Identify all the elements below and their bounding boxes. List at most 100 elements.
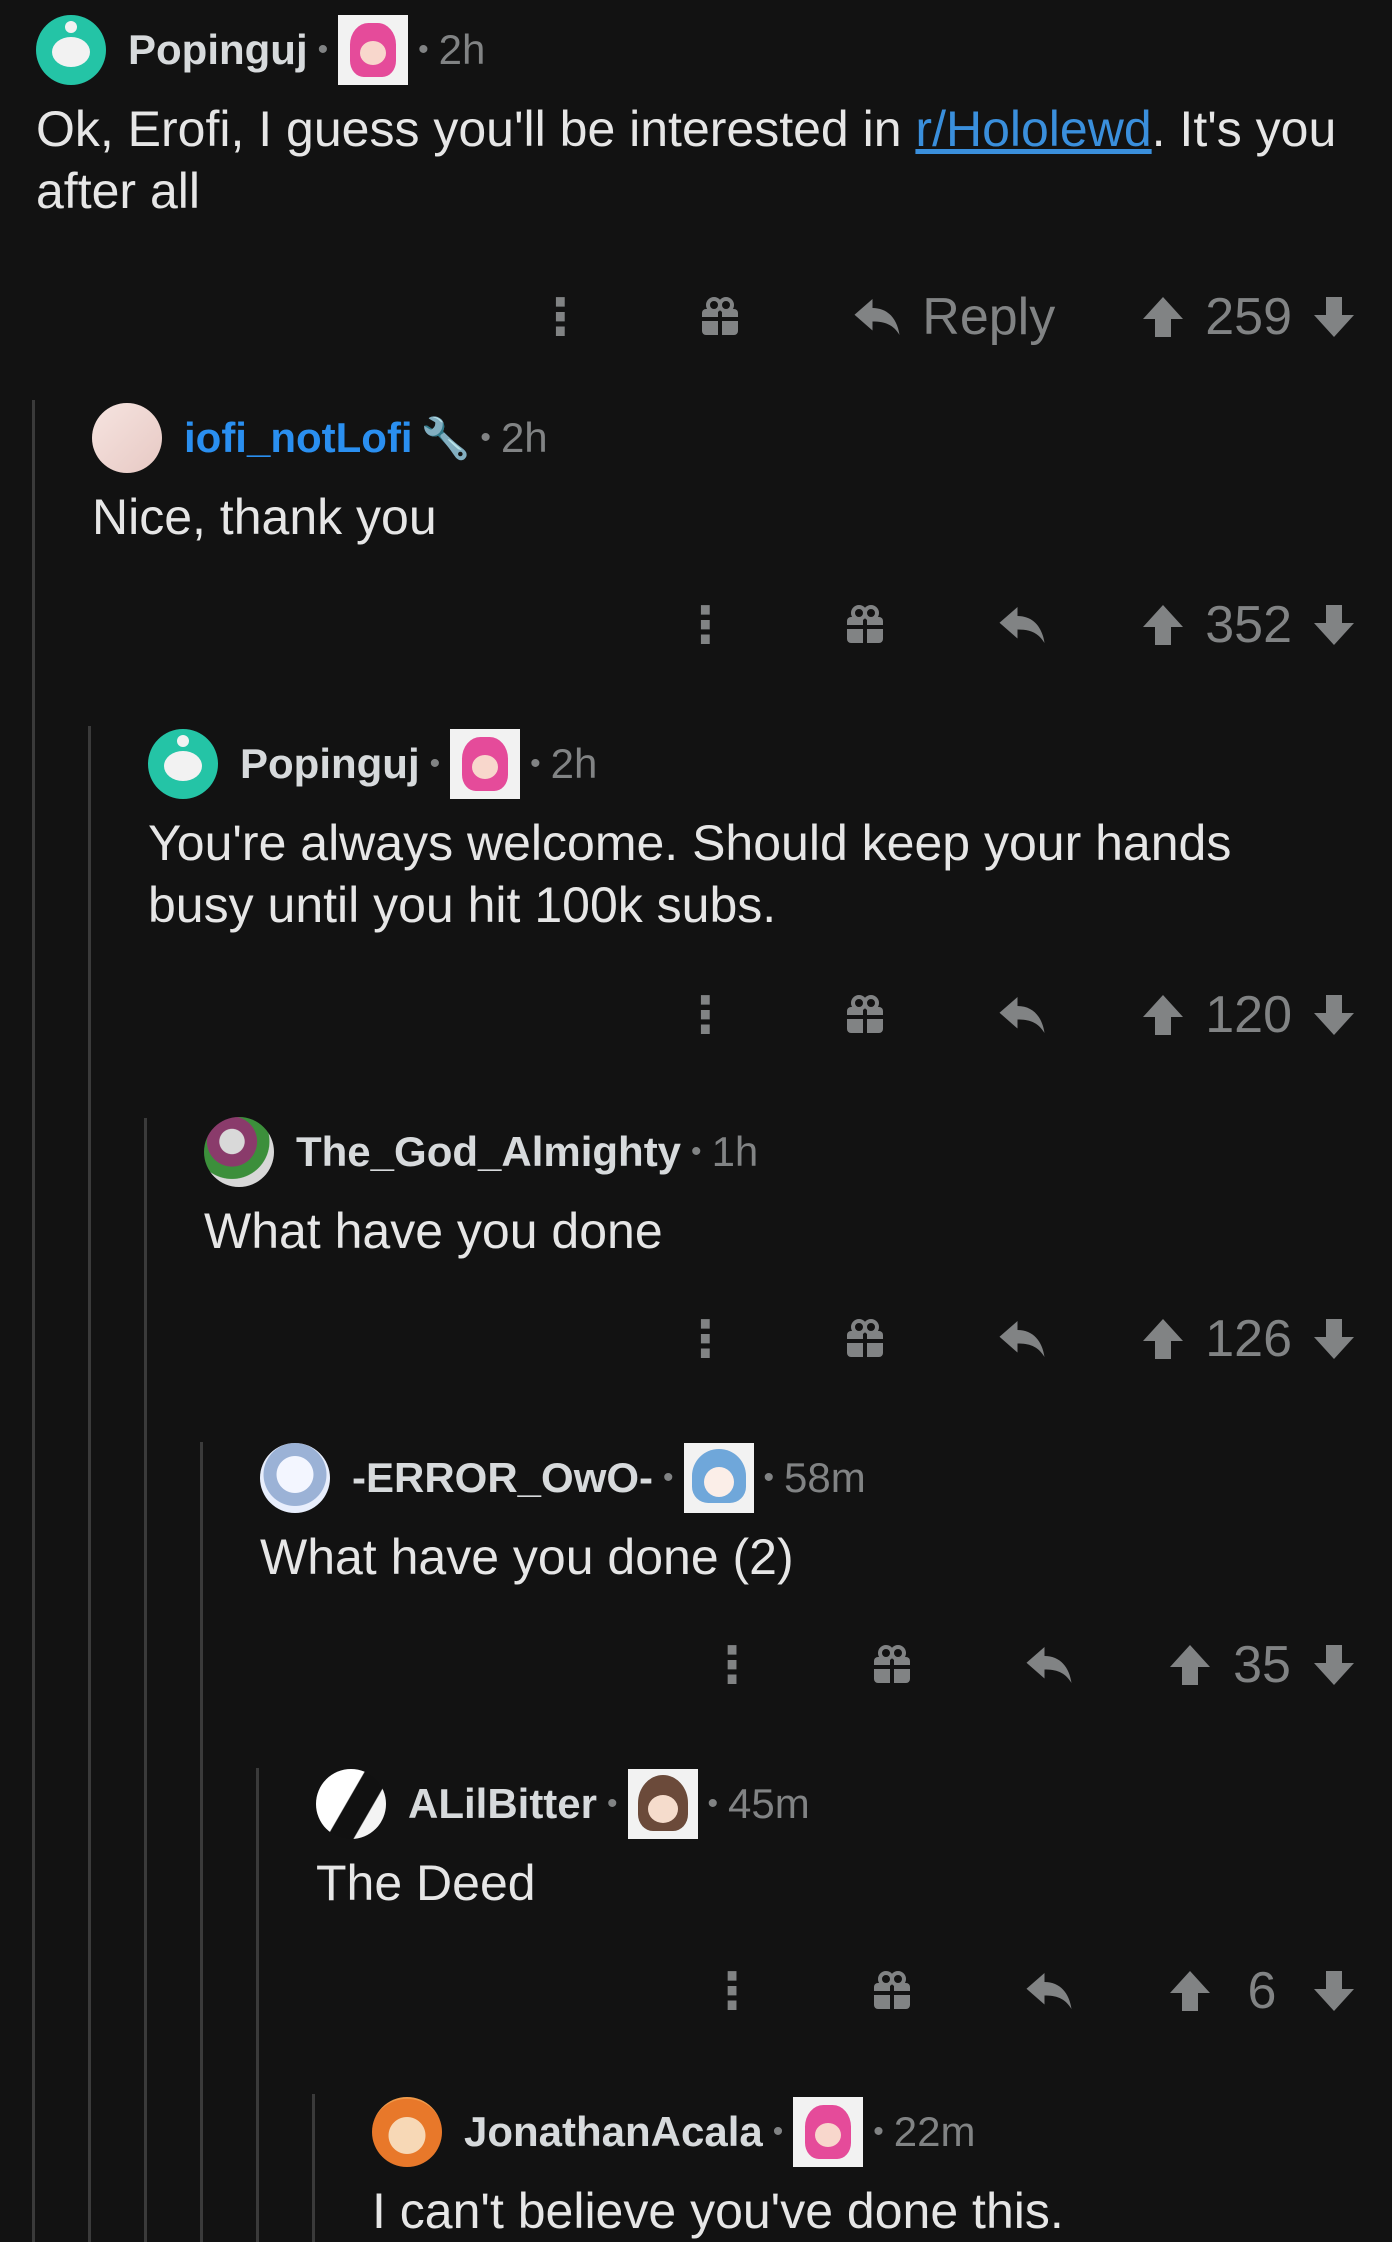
username[interactable]: Popinguj xyxy=(128,26,308,74)
downvote-icon[interactable] xyxy=(1306,1641,1362,1689)
timestamp: 22m xyxy=(893,2108,976,2155)
user-flair xyxy=(683,1443,754,1513)
user-flair xyxy=(338,15,409,85)
username[interactable]: iofi_notLofi xyxy=(184,414,413,462)
more-icon[interactable]: ⋮ xyxy=(675,986,735,1044)
reply-button[interactable] xyxy=(995,991,1055,1039)
thread-line-1[interactable] xyxy=(32,400,35,2242)
comment-text: Ok, Erofi, I guess you'll be interested … xyxy=(36,101,916,157)
gift-icon[interactable] xyxy=(862,1967,922,2015)
reply-button[interactable] xyxy=(995,1315,1055,1363)
thread-line-4[interactable] xyxy=(200,1442,203,2242)
avatar[interactable] xyxy=(148,729,218,799)
thread-line-3[interactable] xyxy=(144,1118,147,2242)
thread-line-5[interactable] xyxy=(256,1768,259,2242)
avatar[interactable] xyxy=(204,1117,274,1187)
downvote-icon[interactable] xyxy=(1306,601,1362,649)
username[interactable]: -ERROR_OwO- xyxy=(352,1454,653,1502)
timestamp: 1h xyxy=(711,1128,759,1175)
comment-header: -ERROR_OwO- • • 58m xyxy=(260,1428,1392,1528)
wrench-icon: 🔧 xyxy=(420,416,471,461)
vote-score: 35 xyxy=(1233,1636,1291,1694)
reply-icon xyxy=(995,991,1055,1039)
avatar[interactable] xyxy=(372,2097,442,2167)
timestamp: 2h xyxy=(438,26,486,73)
username[interactable]: ALilBitter xyxy=(408,1780,597,1828)
avatar[interactable] xyxy=(316,1769,386,1839)
more-icon[interactable]: ⋮ xyxy=(675,1310,735,1368)
timestamp: 45m xyxy=(728,1780,810,1827)
separator-dot: • xyxy=(607,1787,618,1820)
username[interactable]: Popinguj xyxy=(240,740,420,788)
upvote-icon[interactable] xyxy=(1135,601,1191,649)
separator-dot: • xyxy=(763,1461,775,1494)
comment: The_God_Almighty • 1h What have you done… xyxy=(204,1102,1392,1404)
user-flair xyxy=(627,1769,698,1839)
comment: JonathanAcala • • 22m I can't believe yo… xyxy=(372,2082,1392,2242)
comment-body: What have you done xyxy=(204,1203,663,1259)
separator-dot: • xyxy=(873,2115,884,2148)
separator-dot: • xyxy=(418,33,429,66)
comment-body: The Deed xyxy=(316,1855,536,1911)
comment-header: Popinguj • • 2h xyxy=(148,714,1392,814)
gift-icon[interactable] xyxy=(835,991,895,1039)
timestamp: 2h xyxy=(550,740,598,787)
more-icon[interactable]: ⋮ xyxy=(675,596,735,654)
reply-icon xyxy=(995,601,1055,649)
comment-body: What have you done (2) xyxy=(260,1529,794,1585)
downvote-icon[interactable] xyxy=(1306,293,1362,341)
vote-score: 352 xyxy=(1205,596,1292,654)
comment-body: I can't believe you've done this. xyxy=(372,2183,1064,2239)
comment: Popinguj • • 2h You're always welcome. S… xyxy=(148,714,1392,1080)
gift-icon[interactable] xyxy=(835,601,895,649)
thread-line-6[interactable] xyxy=(312,2094,315,2242)
reply-button[interactable] xyxy=(995,601,1055,649)
separator-dot: • xyxy=(691,1135,702,1168)
reply-button[interactable] xyxy=(1022,1967,1082,2015)
comment-thread: Popinguj • • 2h Ok, Erofi, I guess you'l… xyxy=(0,0,1392,2242)
subreddit-link[interactable]: r/Hololewd xyxy=(915,101,1151,157)
more-icon[interactable]: ⋮ xyxy=(530,288,590,346)
gift-icon[interactable] xyxy=(835,1315,895,1363)
upvote-icon[interactable] xyxy=(1162,1967,1218,2015)
gift-icon[interactable] xyxy=(690,293,750,341)
comment-actions: ⋮ 35 xyxy=(260,1600,1392,1730)
separator-dot: • xyxy=(429,747,441,780)
upvote-icon[interactable] xyxy=(1135,293,1191,341)
avatar[interactable] xyxy=(260,1443,330,1513)
reply-button[interactable]: Reply xyxy=(850,287,1055,347)
upvote-icon[interactable] xyxy=(1135,1315,1191,1363)
comment-actions: ⋮ Reply 259 xyxy=(36,252,1392,382)
avatar[interactable] xyxy=(36,15,106,85)
username[interactable]: JonathanAcala xyxy=(464,2108,763,2156)
comment-actions: ⋮ 6 xyxy=(316,1926,1392,2056)
comment: -ERROR_OwO- • • 58m What have you done (… xyxy=(260,1428,1392,1730)
more-icon[interactable]: ⋮ xyxy=(702,1962,762,2020)
reply-icon xyxy=(850,293,910,341)
reply-icon xyxy=(1022,1641,1082,1689)
separator-dot: • xyxy=(530,747,541,780)
gift-icon[interactable] xyxy=(862,1641,922,1689)
thread-line-2[interactable] xyxy=(88,726,91,2242)
comment-actions: ⋮ 120 xyxy=(148,950,1392,1080)
downvote-icon[interactable] xyxy=(1306,1315,1362,1363)
comment-header: iofi_notLofi 🔧 • 2h xyxy=(92,388,1392,488)
upvote-icon[interactable] xyxy=(1162,1641,1218,1689)
vote-score: 126 xyxy=(1205,1310,1292,1368)
vote-score: 120 xyxy=(1205,986,1292,1044)
username[interactable]: The_God_Almighty xyxy=(296,1128,681,1176)
downvote-icon[interactable] xyxy=(1306,1967,1362,2015)
downvote-icon[interactable] xyxy=(1306,991,1362,1039)
comment-header: ALilBitter • • 45m xyxy=(316,1754,1392,1854)
comment: ALilBitter • • 45m The Deed ⋮ 6 xyxy=(316,1754,1392,2056)
more-icon[interactable]: ⋮ xyxy=(702,1636,762,1694)
upvote-icon[interactable] xyxy=(1135,991,1191,1039)
comment-header: The_God_Almighty • 1h xyxy=(204,1102,1392,1202)
avatar[interactable] xyxy=(92,403,162,473)
reply-button[interactable] xyxy=(1022,1641,1082,1689)
comment-body: Nice, thank you xyxy=(92,489,437,545)
comment-body: You're always welcome. Should keep your … xyxy=(148,815,1232,933)
user-flair xyxy=(450,729,521,799)
timestamp: 58m xyxy=(784,1454,866,1501)
timestamp: 2h xyxy=(500,414,548,461)
